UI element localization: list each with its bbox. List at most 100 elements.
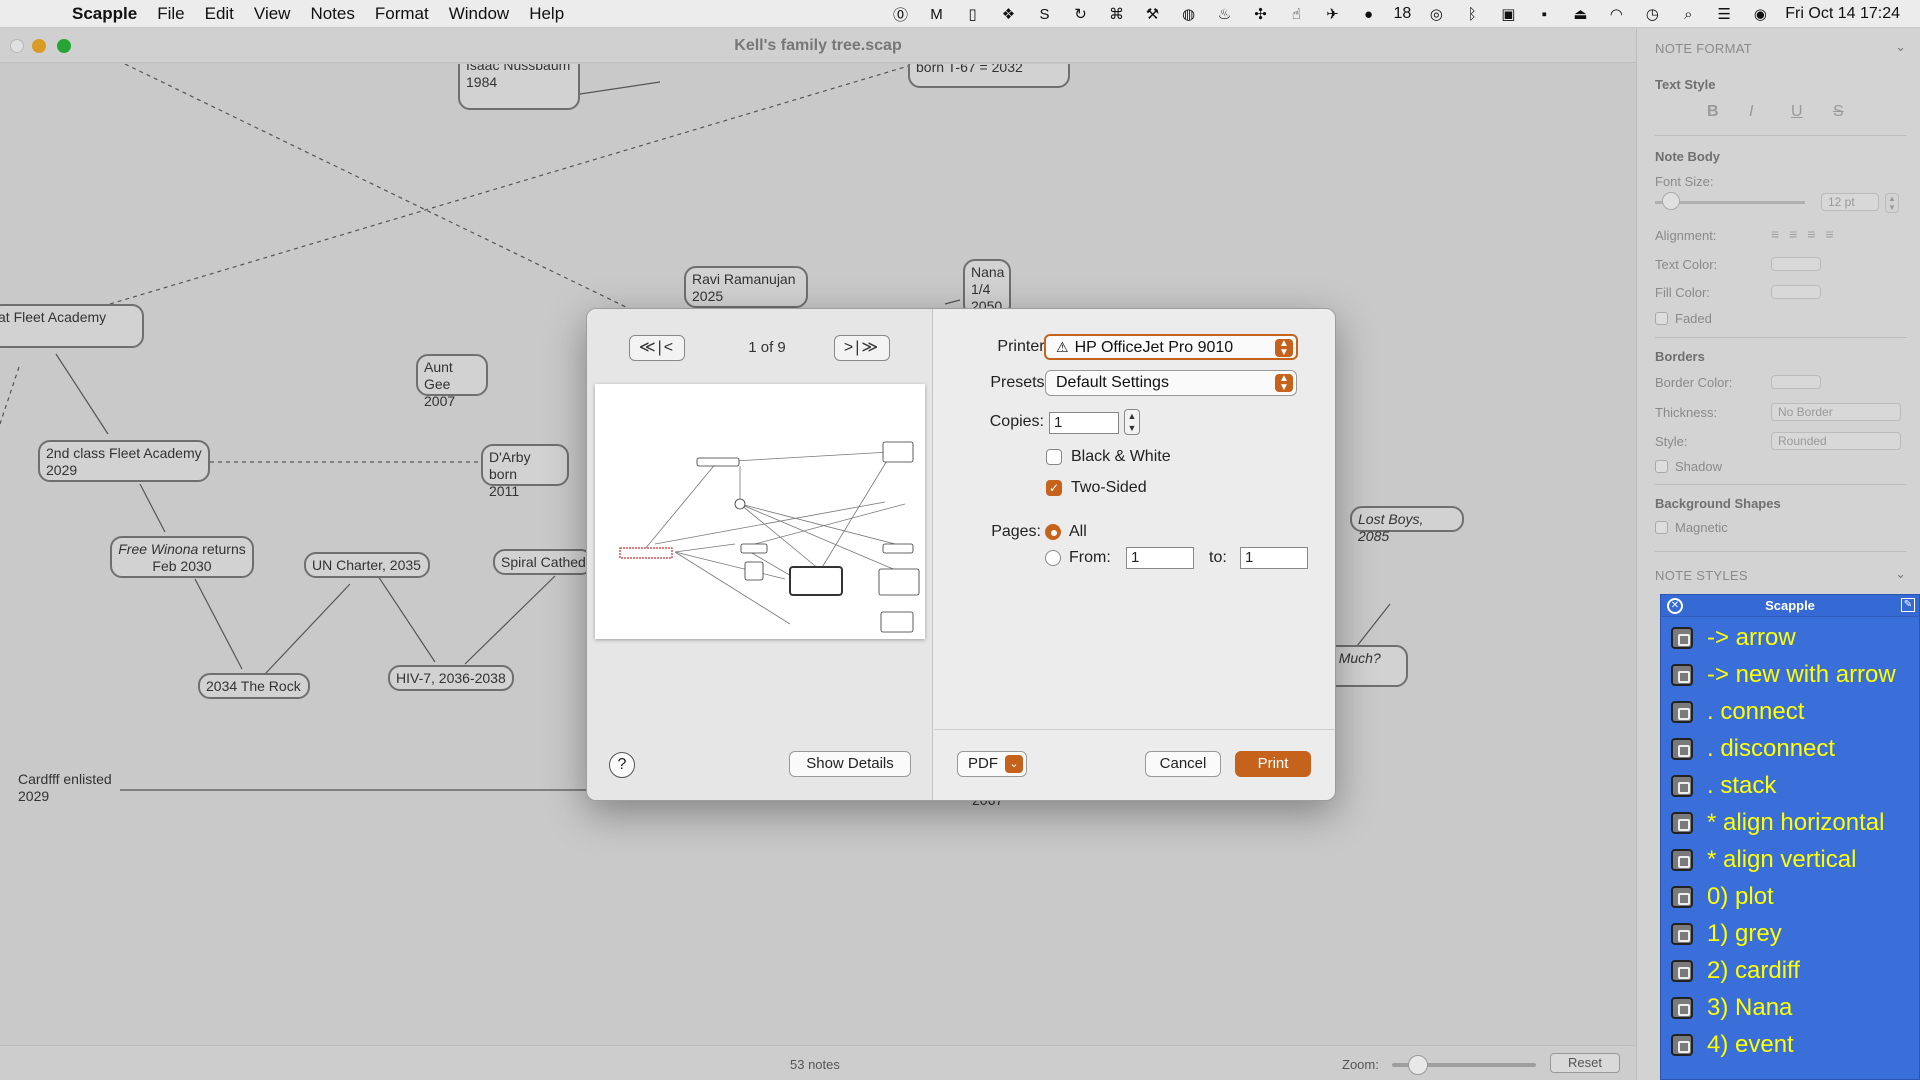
note-cardiff-enlisted[interactable]: Cardfff enlisted 2029 xyxy=(18,771,138,805)
note-isaac-nussbaum[interactable]: Isaac Nussbaum 1984 xyxy=(458,64,580,110)
globe-icon[interactable]: ◍ xyxy=(1177,3,1199,25)
m-app-icon[interactable]: M xyxy=(925,3,947,25)
style-item-align-vertical[interactable]: * align vertical xyxy=(1671,845,1916,875)
onepassword-icon[interactable]: ⓪ xyxy=(889,3,911,25)
control-center-icon[interactable]: ☰ xyxy=(1713,3,1735,25)
menu-window[interactable]: Window xyxy=(449,4,509,24)
sync-icon[interactable]: ↻ xyxy=(1069,3,1091,25)
note-darby-born[interactable]: D'Arby born 2011 xyxy=(481,444,569,499)
pages-from-input[interactable]: 1 xyxy=(1126,547,1194,569)
presets-popup[interactable]: Default Settings ▲ ▼ xyxy=(1045,370,1297,396)
note-aunt-gee[interactable]: Aunt Gee 2007 xyxy=(416,354,488,409)
chevron-down-icon[interactable]: ⌄ xyxy=(1895,566,1906,582)
style-item-cardiff[interactable]: 2) cardiff xyxy=(1671,956,1916,986)
font-size-stepper[interactable]: ▲ ▼ xyxy=(1885,193,1899,213)
dv-icon[interactable]: ▪ xyxy=(1533,3,1555,25)
pages-to-input[interactable]: 1 xyxy=(1240,547,1308,569)
magnetic-checkbox[interactable] xyxy=(1655,521,1668,534)
copies-stepper[interactable]: ▲ ▼ xyxy=(1124,409,1140,435)
style-item-event[interactable]: 4) event xyxy=(1671,1030,1916,1060)
s-app-icon[interactable]: S xyxy=(1033,3,1055,25)
pages-from-radio[interactable] xyxy=(1045,550,1061,566)
siri-icon[interactable]: ◉ xyxy=(1749,3,1771,25)
menu-app-name[interactable]: Scapple xyxy=(72,4,137,24)
wifi-icon[interactable]: ◠ xyxy=(1605,3,1627,25)
pages-all-radio[interactable] xyxy=(1045,524,1061,540)
alignment-icons[interactable]: ≡≡≡≡ xyxy=(1771,226,1844,242)
time-machine-icon[interactable]: ◷ xyxy=(1641,3,1663,25)
hand-icon[interactable]: ☝ xyxy=(1285,3,1307,25)
printer-popup[interactable]: ⚠ HP OfficeJet Pro 9010 ▲ ▼ xyxy=(1044,334,1298,360)
note-lost-boys[interactable]: Lost Boys, 2085 xyxy=(1350,506,1464,544)
fan-icon[interactable]: ✣ xyxy=(1249,3,1271,25)
style-item-align-horizontal[interactable]: * align horizontal xyxy=(1671,808,1916,838)
note-un-charter[interactable]: UN Charter, 2035 xyxy=(304,552,430,578)
chevron-down-icon[interactable]: ⌄ xyxy=(1895,39,1906,55)
text-color-well[interactable] xyxy=(1771,257,1821,271)
border-color-well[interactable] xyxy=(1771,375,1821,389)
note-free-winona[interactable]: Free Winona returns Feb 2030 xyxy=(110,536,254,578)
eject-icon[interactable]: ⏏ xyxy=(1569,3,1591,25)
style-item-nana[interactable]: 3) Nana xyxy=(1671,993,1916,1023)
note-styles-header[interactable]: NOTE STYLES xyxy=(1655,568,1748,583)
note-hiv7[interactable]: HIV-7, 2036-2038 xyxy=(388,665,514,691)
cancel-button[interactable]: Cancel xyxy=(1145,751,1221,777)
cpu-icon[interactable]: ▣ xyxy=(1497,3,1519,25)
pdf-menu-button[interactable]: PDF ⌄ xyxy=(957,751,1027,777)
edit-icon[interactable]: ✎ xyxy=(1901,598,1915,612)
faded-checkbox[interactable] xyxy=(1655,312,1668,325)
font-size-field[interactable]: 12 pt xyxy=(1821,193,1879,211)
menu-file[interactable]: File xyxy=(157,4,184,24)
style-item-new-with-arrow[interactable]: -> new with arrow xyxy=(1671,660,1916,690)
menu-format[interactable]: Format xyxy=(375,4,429,24)
copies-input[interactable]: 1 xyxy=(1049,412,1119,434)
dropbox-icon[interactable]: ❖ xyxy=(997,3,1019,25)
bold-button[interactable]: B xyxy=(1707,103,1719,121)
bluetooth-icon[interactable]: ᛒ xyxy=(1461,3,1483,25)
border-style-popup[interactable]: Rounded xyxy=(1771,432,1901,450)
style-item-disconnect[interactable]: . disconnect xyxy=(1671,734,1916,764)
style-item-connect[interactable]: . connect xyxy=(1671,697,1916,727)
airdrop-icon[interactable]: ◎ xyxy=(1425,3,1447,25)
fill-color-well[interactable] xyxy=(1771,285,1821,299)
note-the-rock[interactable]: 2034 The Rock xyxy=(198,673,310,699)
first-prev-page-button[interactable]: ≪|< xyxy=(629,335,685,361)
note-spiral-cathedral[interactable]: Spiral Cathedral xyxy=(493,549,593,575)
next-last-page-button[interactable]: >|≫ xyxy=(834,335,890,361)
font-size-slider-thumb[interactable] xyxy=(1662,192,1680,210)
underline-button[interactable]: U xyxy=(1791,103,1803,121)
menu-edit[interactable]: Edit xyxy=(205,4,234,24)
italic-button[interactable]: I xyxy=(1749,103,1753,121)
close-icon[interactable]: ✕ xyxy=(1667,598,1683,614)
search-icon[interactable]: ⌕ xyxy=(1677,3,1699,25)
mail-badge-icon[interactable]: ● xyxy=(1357,3,1379,25)
style-item-stack[interactable]: . stack xyxy=(1671,771,1916,801)
note-second-class-fleet[interactable]: 2nd class Fleet Academy 2029 xyxy=(38,440,210,482)
note-born-t67[interactable]: born T-67 = 2032 xyxy=(908,64,1070,88)
two-sided-checkbox[interactable]: ✓ xyxy=(1046,480,1062,496)
clipboard-icon[interactable]: ▯ xyxy=(961,3,983,25)
flame-icon[interactable]: ♨ xyxy=(1213,3,1235,25)
style-item-grey[interactable]: 1) grey xyxy=(1671,919,1916,949)
thickness-popup[interactable]: No Border xyxy=(1771,403,1901,421)
strikethrough-button[interactable]: S xyxy=(1833,103,1844,121)
note-format-header[interactable]: NOTE FORMAT xyxy=(1655,41,1752,56)
tools-icon[interactable]: ⚒ xyxy=(1141,3,1163,25)
help-button[interactable]: ? xyxy=(609,752,635,778)
menu-notes[interactable]: Notes xyxy=(310,4,354,24)
style-item-arrow[interactable]: -> arrow xyxy=(1671,623,1916,653)
print-button[interactable]: Print xyxy=(1235,751,1311,777)
style-item-plot[interactable]: 0) plot xyxy=(1671,882,1916,912)
zoom-reset-button[interactable]: Reset xyxy=(1550,1053,1620,1073)
show-details-button[interactable]: Show Details xyxy=(789,751,911,777)
menu-clock[interactable]: Fri Oct 14 17:24 xyxy=(1785,5,1900,23)
note-ravi-ramanujan[interactable]: Ravi Ramanujan 2025 xyxy=(684,266,808,308)
menu-help[interactable]: Help xyxy=(529,4,564,24)
zoom-slider-thumb[interactable] xyxy=(1408,1055,1428,1075)
plane-icon[interactable]: ✈ xyxy=(1321,3,1343,25)
shadow-checkbox[interactable] xyxy=(1655,460,1668,473)
note-fleet-academy[interactable]: at Fleet Academy xyxy=(0,304,144,348)
menu-view[interactable]: View xyxy=(254,4,291,24)
command-icon[interactable]: ⌘ xyxy=(1105,3,1127,25)
black-white-checkbox[interactable] xyxy=(1046,449,1062,465)
